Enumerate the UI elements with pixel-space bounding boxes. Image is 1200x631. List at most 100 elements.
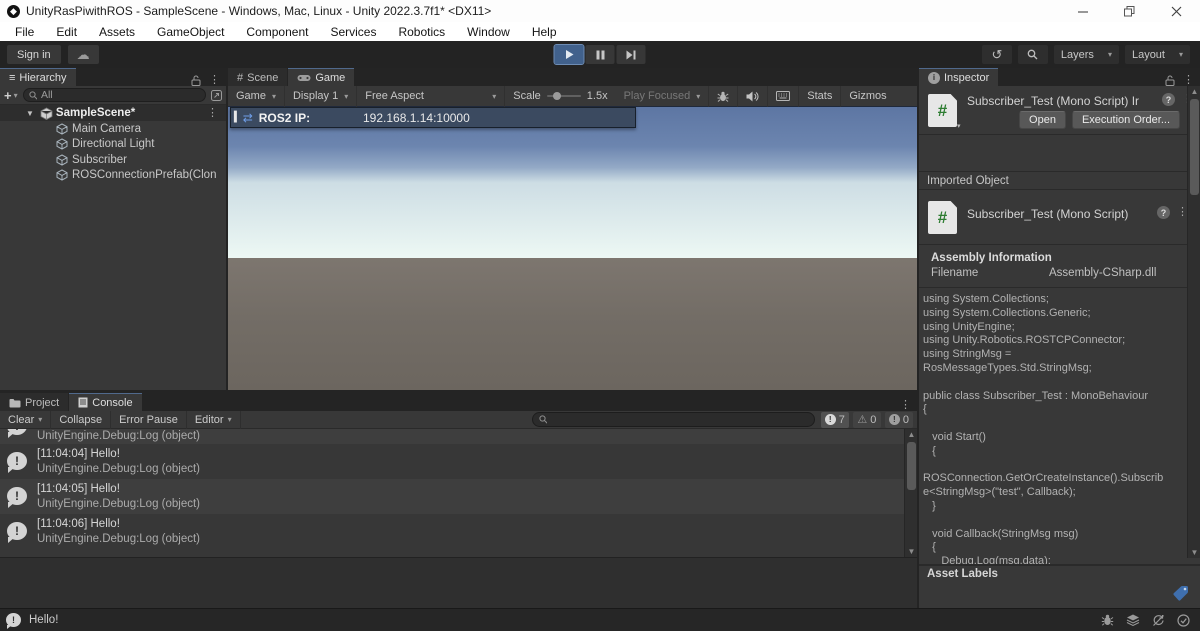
tab-inspector[interactable]: i Inspector: [919, 68, 999, 86]
pause-button[interactable]: [585, 45, 615, 64]
script-header: # Subscriber_Test (Mono Script) ? ⋮: [919, 190, 1200, 245]
console-scrollbar[interactable]: ▲ ▼: [904, 429, 917, 557]
play-focused-dropdown[interactable]: Play Focused ▾: [616, 85, 710, 107]
code-line: }: [923, 499, 936, 512]
menu-item[interactable]: Window: [456, 25, 521, 39]
menu-item[interactable]: Services: [319, 25, 387, 39]
cloud-icon[interactable]: ☁: [67, 45, 99, 64]
menu-item[interactable]: GameObject: [146, 25, 235, 39]
help-icon[interactable]: ?: [1157, 206, 1170, 219]
chevron-down-icon[interactable]: ▾: [14, 91, 18, 100]
play-button[interactable]: [553, 44, 585, 65]
tab-project[interactable]: Project: [0, 393, 69, 411]
hierarchy-item[interactable]: ROSConnectionPrefab(Clon: [0, 168, 226, 184]
scale-slider[interactable]: Scale 1.5x: [505, 86, 615, 107]
debugger-bug-icon[interactable]: [1101, 614, 1114, 626]
open-button[interactable]: Open: [1019, 111, 1066, 129]
info-count-badge[interactable]: ! 7: [820, 411, 849, 428]
tab-console[interactable]: Console: [69, 393, 142, 411]
console-search-input[interactable]: [551, 413, 808, 426]
error-count-badge[interactable]: ! 0: [884, 411, 913, 428]
scale-slider-thumb[interactable]: [552, 92, 561, 100]
execution-order-button[interactable]: Execution Order...: [1071, 111, 1180, 129]
menu-item[interactable]: Robotics: [387, 25, 456, 39]
collapse-button[interactable]: Collapse: [51, 410, 112, 429]
menu-item[interactable]: File: [4, 25, 45, 39]
hierarchy-search-input[interactable]: [40, 89, 200, 101]
add-object-button[interactable]: +: [4, 89, 12, 102]
scroll-up-icon[interactable]: ▲: [905, 429, 917, 440]
kebab-menu-icon[interactable]: ⋮: [207, 107, 218, 119]
hierarchy-search[interactable]: [22, 88, 206, 102]
search-icon[interactable]: [1017, 45, 1048, 64]
scrollbar-thumb[interactable]: [907, 442, 916, 490]
display-dropdown[interactable]: Display 1 ▾: [285, 85, 358, 107]
kebab-menu-icon[interactable]: ⋮: [900, 400, 911, 411]
gizmos-dropdown[interactable]: Gizmos: [841, 86, 894, 107]
aspect-dropdown[interactable]: Free Aspect ▾: [357, 85, 506, 107]
menu-item[interactable]: Assets: [88, 25, 146, 39]
editor-dropdown[interactable]: Editor ▾: [187, 410, 241, 429]
restore-icon[interactable]: [1106, 0, 1153, 22]
tab-hierarchy[interactable]: ≡ Hierarchy: [0, 68, 76, 86]
warning-count-badge[interactable]: ⚠ 0: [852, 411, 881, 428]
scale-slider-track[interactable]: [546, 92, 581, 100]
help-icon[interactable]: ?: [1162, 93, 1175, 106]
log-entry-partial[interactable]: ! UnityEngine.Debug:Log (object): [0, 429, 917, 444]
console-panel: Project Console ⋮ Clear ▾ Collapse Error …: [0, 390, 917, 608]
sign-in-button[interactable]: Sign in: [7, 45, 61, 64]
foldout-arrow-icon[interactable]: ▼: [26, 109, 34, 118]
hierarchy-item[interactable]: Directional Light: [0, 137, 226, 153]
ground-plane: [228, 258, 917, 390]
toolbar-right: ↺ Layers ▾ Layout ▾: [981, 45, 1190, 64]
compile-status-check-icon[interactable]: [1177, 613, 1190, 627]
scale-value: 1.5x: [586, 90, 608, 102]
lock-icon[interactable]: [1165, 75, 1175, 86]
tag-icon[interactable]: [1172, 585, 1190, 601]
close-icon[interactable]: [1153, 0, 1200, 22]
game-view[interactable]: ▍ ⇄ ROS2 IP: 192.168.1.14:10000: [228, 107, 917, 390]
hierarchy-item[interactable]: Main Camera: [0, 121, 226, 137]
menu-item[interactable]: Component: [235, 25, 319, 39]
auto-refresh-disabled-icon[interactable]: [1152, 614, 1165, 627]
hierarchy-panel: ≡ Hierarchy ⋮ + ▾ All ▼ SampleScene* ⋮ M…: [0, 68, 228, 390]
console-search[interactable]: [531, 412, 815, 427]
foldout-arrow-icon[interactable]: ▾: [957, 122, 961, 130]
inspector-scrollbar[interactable]: ▲ ▼: [1187, 86, 1200, 558]
scroll-up-icon[interactable]: ▲: [1188, 86, 1200, 97]
frame-debugger-bug-icon[interactable]: [709, 85, 739, 107]
scene-row[interactable]: ▼ SampleScene* ⋮: [0, 105, 226, 121]
tab-scene[interactable]: # Scene: [228, 68, 288, 86]
script-title: Subscriber_Test (Mono Script): [967, 207, 1129, 221]
left-area: ≡ Hierarchy ⋮ + ▾ All ▼ SampleScene* ⋮ M…: [0, 68, 917, 608]
undo-history-icon[interactable]: ↺: [981, 45, 1012, 64]
kebab-menu-icon[interactable]: ⋮: [1183, 75, 1194, 86]
lock-icon[interactable]: [191, 75, 201, 86]
log-entry[interactable]: ! [11:04:05] Hello! UnityEngine.Debug:Lo…: [0, 479, 917, 514]
scrollbar-thumb[interactable]: [1190, 99, 1199, 195]
keyboard-icon[interactable]: [768, 85, 800, 107]
scroll-down-icon[interactable]: ▼: [905, 546, 917, 557]
clear-button[interactable]: Clear ▾: [0, 410, 52, 429]
mute-audio-speaker-icon[interactable]: [738, 85, 769, 107]
minimize-icon[interactable]: [1059, 0, 1106, 22]
kebab-menu-icon[interactable]: ⋮: [209, 75, 220, 86]
menu-item[interactable]: Help: [521, 25, 568, 39]
menu-item[interactable]: Edit: [45, 25, 88, 39]
tab-game[interactable]: Game: [288, 68, 355, 86]
main-toolbar: Sign in ☁ ↺ Layers ▾ Layout ▾: [0, 41, 1200, 68]
log-entry[interactable]: ! [11:04:04] Hello! UnityEngine.Debug:Lo…: [0, 444, 917, 479]
game-mode-dropdown[interactable]: Game ▾: [228, 85, 285, 107]
scroll-down-icon[interactable]: ▼: [1188, 547, 1200, 558]
error-pause-button[interactable]: Error Pause: [111, 410, 187, 429]
stats-button[interactable]: Stats: [799, 85, 842, 107]
log-entry[interactable]: ! [11:04:06] Hello! UnityEngine.Debug:Lo…: [0, 514, 917, 549]
layout-dropdown[interactable]: Layout ▾: [1124, 45, 1190, 64]
hierarchy-item[interactable]: Subscriber: [0, 152, 226, 168]
layers-stack-icon[interactable]: [1126, 614, 1140, 626]
hierarchy-toolbar: + ▾: [0, 86, 226, 105]
layers-dropdown[interactable]: Layers ▾: [1053, 45, 1119, 64]
status-message[interactable]: Hello!: [29, 614, 58, 626]
step-button[interactable]: [616, 45, 646, 64]
search-window-icon[interactable]: [211, 89, 222, 101]
